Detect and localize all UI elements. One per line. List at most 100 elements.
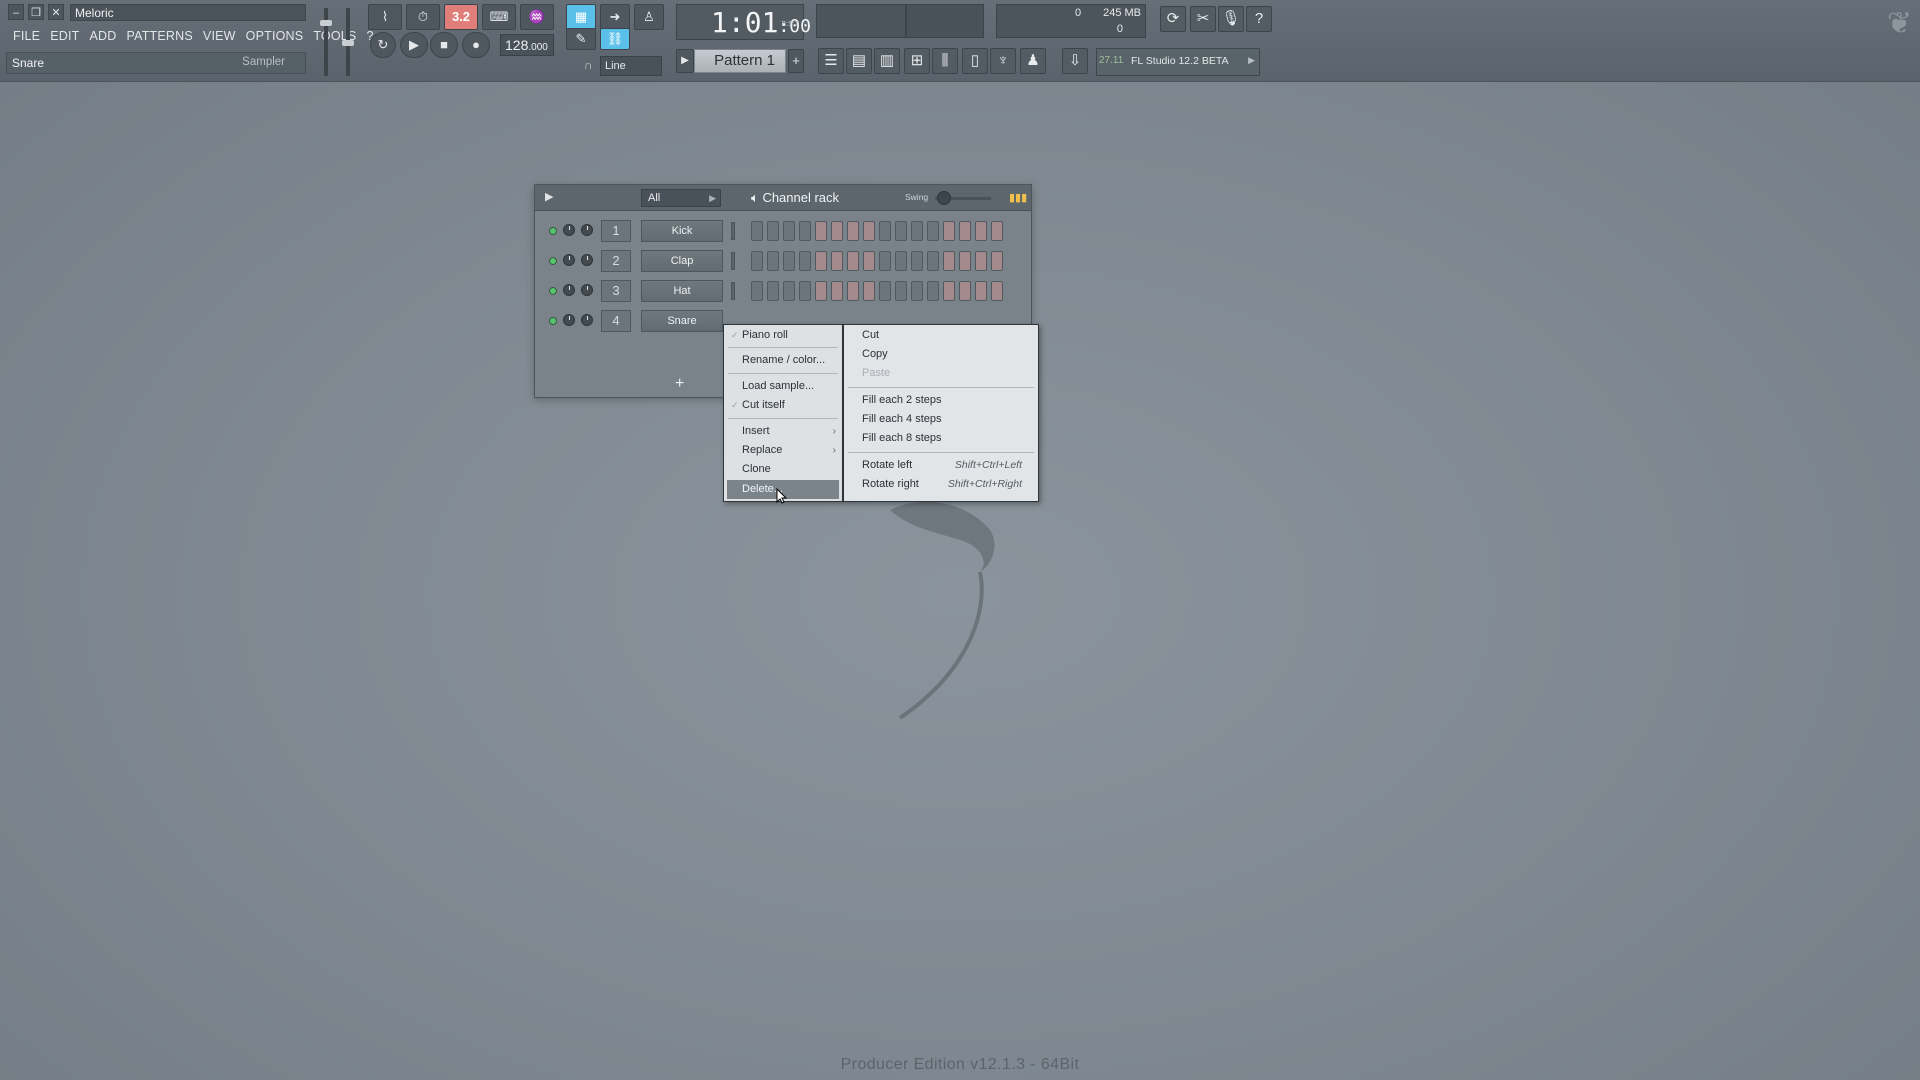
menu-item-fill-4-steps[interactable]: Fill each 4 steps	[844, 410, 1038, 429]
step-button[interactable]	[783, 281, 795, 301]
pan-knob[interactable]	[563, 314, 575, 326]
step-button[interactable]	[911, 251, 923, 271]
step-button[interactable]	[959, 251, 971, 271]
menu-file[interactable]: FILE	[8, 27, 45, 45]
step-button[interactable]	[831, 251, 843, 271]
step-button[interactable]	[815, 221, 827, 241]
piano-roll-icon[interactable]: ▤	[846, 48, 872, 74]
menu-item-cut[interactable]: Cut	[844, 326, 1038, 345]
step-button[interactable]	[847, 281, 859, 301]
volume-knob[interactable]	[581, 314, 593, 326]
menu-item-fill-2-steps[interactable]: Fill each 2 steps	[844, 391, 1038, 410]
mute-led[interactable]	[549, 317, 557, 325]
volume-knob[interactable]	[581, 224, 593, 236]
mixer-icon[interactable]: ⫼	[932, 48, 958, 74]
step-button[interactable]	[975, 281, 987, 301]
step-button[interactable]	[927, 281, 939, 301]
step-button[interactable]	[751, 221, 763, 241]
menu-item-insert[interactable]: Insert ›	[724, 422, 842, 441]
step-button[interactable]	[895, 281, 907, 301]
step-button[interactable]	[975, 221, 987, 241]
step-button[interactable]	[847, 221, 859, 241]
step-button[interactable]	[831, 281, 843, 301]
pan-knob[interactable]	[563, 254, 575, 266]
pattern-arrow-icon[interactable]: ▶	[676, 49, 694, 73]
menu-add[interactable]: ADD	[84, 27, 121, 45]
typing-keyboard-button[interactable]: ⌨	[482, 4, 516, 30]
mixer-track-number[interactable]: 1	[601, 220, 631, 242]
pan-knob[interactable]	[563, 284, 575, 296]
mute-led[interactable]	[549, 227, 557, 235]
step-button[interactable]	[815, 251, 827, 271]
step-button[interactable]	[895, 251, 907, 271]
step-button[interactable]	[863, 251, 875, 271]
step-button[interactable]	[991, 251, 1003, 271]
channel-select-indicator[interactable]	[731, 252, 735, 270]
microphone-icon[interactable]: 🎙	[1218, 6, 1244, 32]
refresh-icon[interactable]: ⟳	[1160, 6, 1186, 32]
step-button[interactable]	[991, 281, 1003, 301]
step-button[interactable]	[847, 251, 859, 271]
tempo-display[interactable]: 128.000	[500, 34, 554, 56]
step-button[interactable]	[959, 281, 971, 301]
step-edit-button[interactable]: ♒	[520, 4, 554, 30]
record-button[interactable]: ●	[462, 32, 490, 58]
menu-item-copy[interactable]: Copy	[844, 345, 1038, 364]
add-pattern-button[interactable]: +	[788, 49, 804, 73]
master-volume-slider[interactable]	[324, 8, 328, 76]
pan-knob[interactable]	[563, 224, 575, 236]
swing-knob[interactable]	[937, 191, 951, 205]
channel-filter-select[interactable]: All ▶	[641, 189, 721, 207]
close-icon[interactable]: ✕	[48, 4, 64, 20]
step-button[interactable]	[863, 281, 875, 301]
menu-item-piano-roll[interactable]: ✓ Piano roll	[724, 326, 842, 345]
pattern-select[interactable]: Pattern 1	[694, 49, 786, 73]
step-button[interactable]	[831, 221, 843, 241]
play-button[interactable]: ▶	[400, 32, 428, 58]
step-button[interactable]	[799, 251, 811, 271]
mixer-track-number[interactable]: 3	[601, 280, 631, 302]
step-button[interactable]	[783, 251, 795, 271]
volume-knob[interactable]	[581, 254, 593, 266]
step-button[interactable]	[751, 281, 763, 301]
add-channel-button[interactable]: +	[675, 375, 684, 393]
step-button[interactable]	[863, 221, 875, 241]
step-button[interactable]	[943, 221, 955, 241]
step-button[interactable]	[767, 281, 779, 301]
menu-item-rotate-right[interactable]: Rotate right Shift+Ctrl+Right	[844, 475, 1038, 494]
menu-item-fill-8-steps[interactable]: Fill each 8 steps	[844, 429, 1038, 448]
recording-mode-button[interactable]: ⏱	[406, 4, 440, 30]
waveform-button[interactable]: ⌇	[368, 4, 402, 30]
menu-item-rotate-left[interactable]: Rotate left Shift+Ctrl+Left	[844, 456, 1038, 475]
master-pitch-knob[interactable]	[342, 40, 354, 46]
menu-item-load-sample[interactable]: Load sample...	[724, 377, 842, 396]
link-icon[interactable]: ⛓	[600, 28, 630, 50]
mute-led[interactable]	[549, 287, 557, 295]
draw-icon[interactable]: ✎	[566, 28, 596, 50]
volume-knob[interactable]	[581, 284, 593, 296]
step-button[interactable]	[879, 281, 891, 301]
loop-icon[interactable]: ↻	[370, 32, 396, 58]
menu-patterns[interactable]: PATTERNS	[121, 27, 197, 45]
step-button[interactable]	[799, 221, 811, 241]
stop-button[interactable]: ■	[430, 32, 458, 58]
menu-item-rename-color[interactable]: Rename / color...	[724, 351, 842, 370]
news-panel[interactable]: 27.11 FL Studio 12.2 BETA ▶	[1096, 48, 1260, 76]
step-button[interactable]	[895, 221, 907, 241]
channel-select-indicator[interactable]	[731, 282, 735, 300]
step-button[interactable]	[879, 251, 891, 271]
channel-name-button[interactable]: Hat	[641, 280, 723, 302]
step-button[interactable]	[751, 251, 763, 271]
song-mode-button[interactable]: ➜	[600, 4, 630, 30]
step-button[interactable]	[927, 221, 939, 241]
master-volume-knob[interactable]	[320, 20, 332, 26]
download-icon[interactable]: ⇩	[1062, 48, 1088, 74]
pattern-mode-button[interactable]: ▦	[566, 4, 596, 30]
plugin-picker-icon[interactable]: ♆	[990, 48, 1016, 74]
mixer-track-number[interactable]: 4	[601, 310, 631, 332]
minimize-icon[interactable]: –	[8, 4, 24, 20]
mixer-track-number[interactable]: 2	[601, 250, 631, 272]
step-button[interactable]	[943, 281, 955, 301]
step-button[interactable]	[991, 221, 1003, 241]
song-time-display[interactable]: 1:01:00 B:S:T	[676, 4, 811, 40]
